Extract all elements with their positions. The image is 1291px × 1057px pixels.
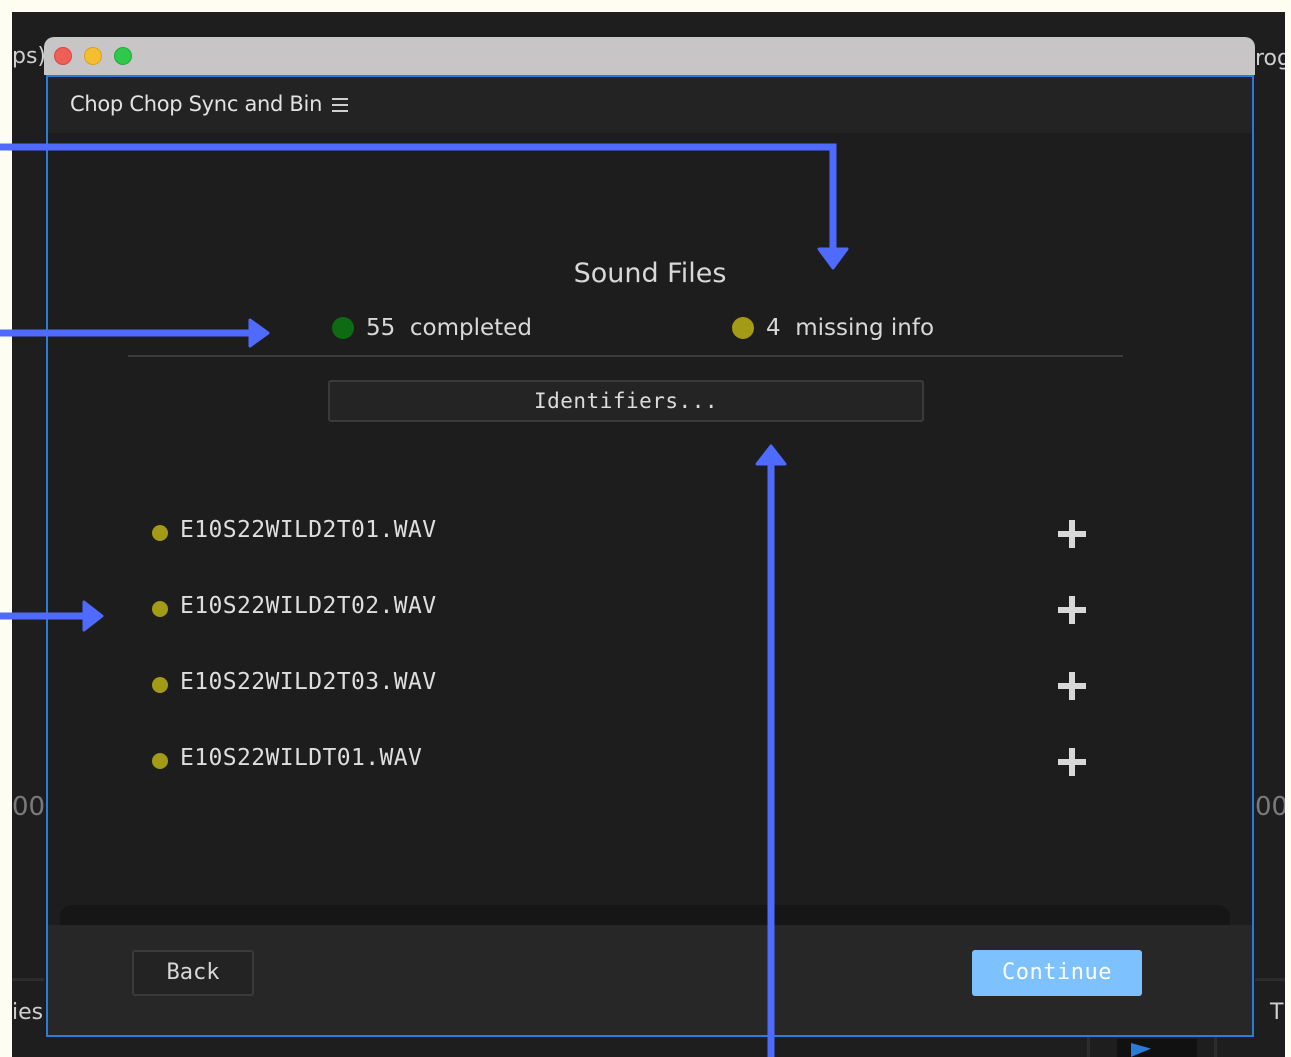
identifiers-button[interactable]: Identifiers... — [328, 380, 924, 422]
missing-info-dot-icon — [152, 753, 168, 769]
missing-info-dot-icon — [152, 525, 168, 541]
file-list-item: E10S22WILD2T03.WAV — [152, 666, 1092, 706]
file-name: E10S22WILD2T01.WAV — [180, 517, 437, 543]
file-name: E10S22WILD2T03.WAV — [180, 669, 437, 695]
background-divider — [1214, 1037, 1217, 1057]
background-thumbnail — [1117, 1039, 1197, 1057]
background-divider — [1087, 1037, 1090, 1057]
missing-text: missing info — [795, 315, 935, 341]
add-file-plus-icon[interactable] — [1058, 748, 1086, 776]
panel-header: Chop Chop Sync and Bin — [48, 77, 1252, 133]
section-heading: Sound Files — [573, 258, 727, 289]
file-list-item: E10S22WILD2T01.WAV — [152, 514, 1092, 554]
missing-info-dot-icon — [152, 601, 168, 617]
file-list-item: E10S22WILDT01.WAV — [152, 742, 1092, 782]
file-name: E10S22WILDT01.WAV — [180, 745, 423, 771]
window-titlebar[interactable] — [44, 37, 1255, 75]
minimize-window-button[interactable] — [84, 47, 102, 65]
sync-panel: Chop Chop Sync and Bin Sound Files 55 co… — [46, 75, 1254, 1037]
missing-status-label: 4 missing info — [766, 315, 934, 341]
background-bottom-fragment-right: T — [1270, 1000, 1284, 1025]
file-list-item: E10S22WILD2T02.WAV — [152, 590, 1092, 630]
plugin-window: Chop Chop Sync and Bin Sound Files 55 co… — [44, 37, 1255, 1037]
background-bottom-fragment-left: ies — [12, 1000, 44, 1025]
continue-button[interactable]: Continue — [972, 950, 1142, 996]
background-flag-icon — [1131, 1043, 1151, 1057]
hamburger-icon[interactable] — [332, 98, 348, 112]
completed-status-label: 55 completed — [366, 315, 532, 341]
completed-text: completed — [409, 315, 532, 341]
maximize-window-button[interactable] — [114, 47, 132, 65]
missing-info-dot-icon — [152, 677, 168, 693]
file-name: E10S22WILD2T02.WAV — [180, 593, 437, 619]
close-window-button[interactable] — [54, 47, 72, 65]
add-file-plus-icon[interactable] — [1058, 596, 1086, 624]
panel-title: Chop Chop Sync and Bin — [70, 92, 323, 116]
background-value-right: 00 — [1255, 792, 1285, 822]
missing-status-dot-icon — [732, 317, 754, 339]
completed-count: 55 — [366, 315, 396, 341]
back-button[interactable]: Back — [132, 950, 254, 996]
background-value-left: 00 — [12, 792, 46, 822]
background-title-fragment-right: rog — [1255, 46, 1285, 71]
add-file-plus-icon[interactable] — [1058, 672, 1086, 700]
missing-count: 4 — [766, 315, 781, 341]
completed-status-dot-icon — [332, 317, 354, 339]
panel-footer: Back Continue — [48, 925, 1252, 1035]
add-file-plus-icon[interactable] — [1058, 520, 1086, 548]
background-title-fragment-left: ps) — [12, 44, 47, 69]
section-divider — [128, 355, 1123, 357]
